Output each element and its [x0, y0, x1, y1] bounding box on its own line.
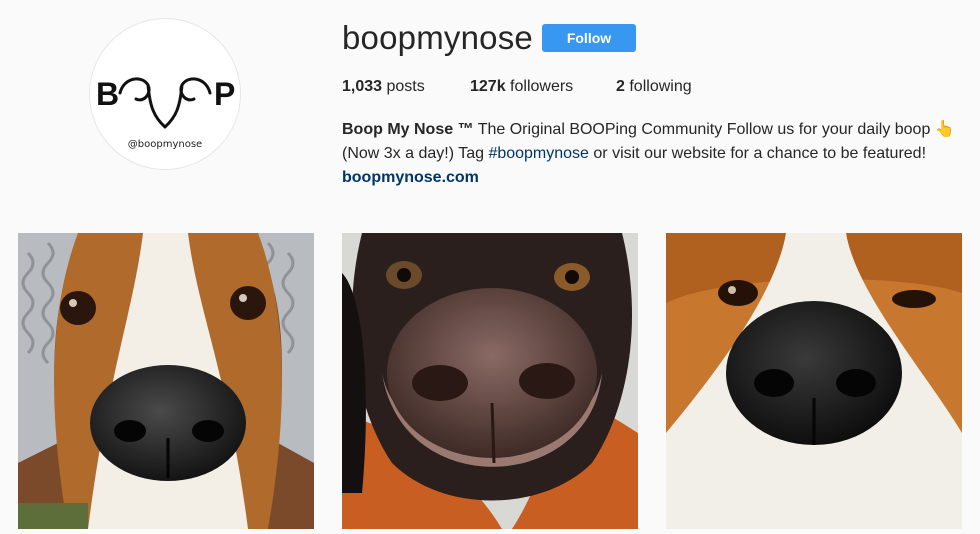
followers-stat[interactable]: 127k followers — [470, 77, 573, 97]
profile-bio: Boop My Nose ™ The Original BOOPing Comm… — [342, 118, 962, 190]
post-thumbnail-2[interactable] — [342, 233, 638, 529]
profile-username: boopmynose — [342, 19, 533, 56]
logo-handle-text: @boopmynose — [128, 139, 202, 150]
bio-text-3: or visit our website for a chance to be … — [588, 145, 927, 162]
profile-page: B P @boopmynose boopmynose Follow 1,033 … — [0, 0, 980, 534]
following-label: following — [629, 78, 692, 95]
followers-label: followers — [510, 78, 574, 95]
bio-text-2: (Now 3x a day!) Tag — [342, 145, 489, 162]
corgi-photo — [666, 233, 962, 529]
beagle-photo — [18, 233, 314, 529]
boop-logo-icon: B P @boopmynose — [96, 76, 235, 150]
post-thumbnail-1[interactable] — [18, 233, 314, 529]
profile-full-name: Boop My Nose ™ — [342, 121, 474, 138]
bio-text-1: The Original BOOPing Community Follow us… — [473, 121, 935, 138]
posts-count: 1,033 — [342, 78, 383, 95]
profile-avatar[interactable]: B P @boopmynose — [89, 18, 241, 170]
brown-dog-photo — [342, 233, 638, 529]
following-stat[interactable]: 2 following — [616, 77, 692, 97]
website-link[interactable]: boopmynose.com — [342, 169, 479, 186]
pointing-up-icon: 👆 — [934, 121, 955, 138]
hashtag-link[interactable]: #boopmynose — [488, 145, 589, 162]
posts-label: posts — [386, 78, 425, 95]
posts-stat: 1,033 posts — [342, 77, 425, 97]
logo-letter-b: B — [96, 76, 119, 112]
logo-letter-p: P — [214, 76, 235, 112]
following-count: 2 — [616, 78, 625, 95]
post-thumbnail-3[interactable] — [666, 233, 962, 529]
follow-button[interactable]: Follow — [542, 24, 636, 52]
followers-count: 127k — [470, 78, 506, 95]
